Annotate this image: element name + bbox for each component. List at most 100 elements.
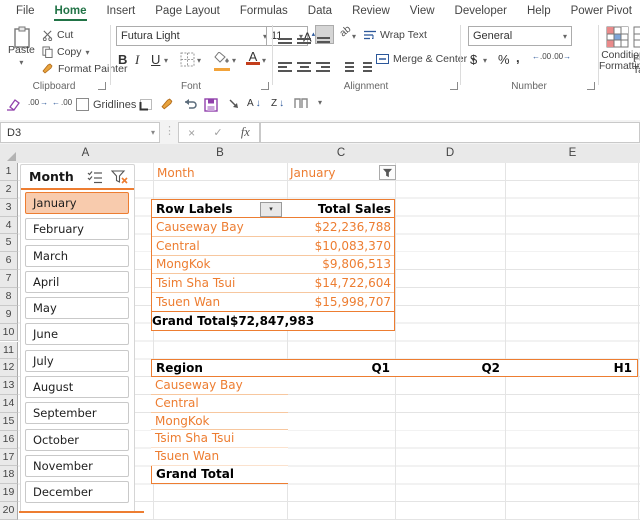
q2-header-cell[interactable]: Q2 [396,361,500,376]
increase-decimal-qat-button[interactable]: ←.00 [52,98,72,107]
tab-page-layout[interactable]: Page Layout [145,0,230,22]
formula-input[interactable] [260,122,640,143]
pivot-value-cell[interactable]: $22,236,788 [315,220,394,234]
slicer-item-september[interactable]: September [25,402,129,424]
row-header[interactable]: 7 [0,270,18,288]
italic-button[interactable]: I [135,50,139,70]
row-header[interactable]: 8 [0,288,18,306]
row-header[interactable]: 18 [0,466,18,484]
column-header-d[interactable]: D [395,144,506,164]
total-sales-header-cell[interactable]: Total Sales [318,202,394,216]
wrap-text-button[interactable]: Wrap Text [364,29,427,41]
row-header[interactable]: 1 [0,163,18,181]
alignment-dialog-launcher[interactable] [450,82,458,90]
undo-button[interactable] [182,98,197,110]
currency-caret-icon[interactable]: ▾ [483,56,487,65]
region-row[interactable]: Causeway Bay [151,377,288,395]
row-header[interactable]: 3 [0,199,18,217]
sort-ascending-button[interactable]: A↓ [247,98,261,109]
borders-caret-icon[interactable]: ▾ [197,56,201,65]
slicer-clear-filter-button[interactable] [111,170,129,189]
pivot-filter-field-cell[interactable]: Month [157,166,195,180]
slicer-item-august[interactable]: August [25,376,129,398]
borders-button[interactable] [180,52,195,72]
slicer-item-december[interactable]: December [25,481,129,503]
pivot-value-cell[interactable]: $15,998,707 [315,295,394,309]
select-all-corner[interactable] [0,144,19,164]
region-row[interactable]: Tsim Sha Tsui [151,430,288,448]
tab-insert[interactable]: Insert [96,0,145,22]
row-header[interactable]: 4 [0,217,18,235]
grand-total-label-cell[interactable]: Grand Total [152,314,230,328]
column-header-c[interactable]: C [287,144,396,164]
row-header[interactable]: 15 [0,413,18,431]
align-right-button[interactable] [316,51,330,72]
column-header-b[interactable]: B [153,144,288,164]
row-header[interactable]: 17 [0,449,18,467]
slicer-item-may[interactable]: May [25,297,129,319]
format-painter-qat-button[interactable] [161,98,174,111]
decrease-decimal-qat-button[interactable]: .00→ [28,98,48,107]
pivot-filter-dropdown-button[interactable] [379,165,396,180]
font-color-caret-icon[interactable]: ▾ [262,56,266,65]
orientation-caret-icon[interactable]: ▾ [352,32,356,41]
name-box[interactable]: D3 ▾ [0,122,160,143]
underline-button[interactable]: U [151,50,160,70]
tab-home[interactable]: Home [45,0,97,22]
tab-power-pivot[interactable]: Power Pivot [561,0,640,22]
align-center-button[interactable] [297,51,311,72]
decrease-decimal-button[interactable]: .00→ [552,52,571,61]
column-header-a[interactable]: A [18,144,154,164]
slicer-item-march[interactable]: March [25,245,129,267]
column-header-e[interactable]: E [505,144,640,164]
increase-indent-button[interactable] [358,51,372,72]
slicer-item-february[interactable]: February [25,218,129,240]
number-format-combo[interactable]: General ▾ [468,26,572,46]
slicer-multiselect-button[interactable] [87,170,103,189]
cancel-button[interactable]: × [188,126,195,140]
tab-review[interactable]: Review [342,0,400,22]
row-header[interactable]: 13 [0,377,18,395]
align-bottom-button[interactable] [315,25,334,44]
region-row[interactable]: Tsuen Wan [151,448,288,466]
row-header[interactable]: 10 [0,324,18,342]
pivot-value-cell[interactable]: $10,083,370 [315,239,394,253]
clipboard-dialog-launcher[interactable] [98,82,106,90]
row-header[interactable]: 20 [0,502,18,520]
q1-header-cell[interactable]: Q1 [288,361,390,376]
percent-button[interactable]: % [498,50,510,70]
decrease-indent-button[interactable] [340,51,354,72]
tab-file[interactable]: File [6,0,45,22]
increase-decimal-button[interactable]: ←.00 [532,52,551,61]
border-draw-button[interactable] [139,98,153,111]
slicer-item-june[interactable]: June [25,323,129,345]
sort-descending-button[interactable]: Z↓ [271,98,284,109]
font-color-button[interactable]: A [246,49,260,65]
row-header[interactable]: 5 [0,234,18,252]
format-as-table-partial[interactable]: Forma Ta [633,26,640,76]
qat-customize-button[interactable]: ▾ [318,98,322,107]
eraser-button[interactable] [6,98,20,111]
panes-button[interactable] [294,98,308,109]
font-name-combo[interactable]: Futura Light ▾ [116,26,272,46]
row-header[interactable]: 11 [0,342,18,360]
format-painter-button[interactable]: Format Painter [42,63,127,75]
region-grand-total-cell[interactable]: Grand Total [151,466,288,484]
h1-header-cell[interactable]: H1 [504,361,632,376]
row-header[interactable]: 6 [0,252,18,270]
conditional-formatting-button[interactable] [606,26,629,53]
row-labels-header-cell[interactable]: Row Labels [152,202,232,216]
pivot-region-cell[interactable]: Tsim Sha Tsui [152,276,235,290]
insert-function-button[interactable]: fx [241,125,250,140]
slicer-item-january[interactable]: January [25,192,129,214]
tab-formulas[interactable]: Formulas [230,0,298,22]
paste-button[interactable]: Paste ▾ [8,26,35,67]
comma-style-button[interactable]: , [516,48,520,68]
region-header-cell[interactable]: Region [156,361,203,376]
row-header[interactable]: 12 [0,359,18,377]
row-labels-filter-button[interactable]: ▾ [260,202,282,217]
enter-button[interactable]: ✓ [213,126,222,139]
tab-developer[interactable]: Developer [445,0,517,22]
slicer-item-october[interactable]: October [25,429,129,451]
region-row[interactable]: MongKok [151,413,288,431]
